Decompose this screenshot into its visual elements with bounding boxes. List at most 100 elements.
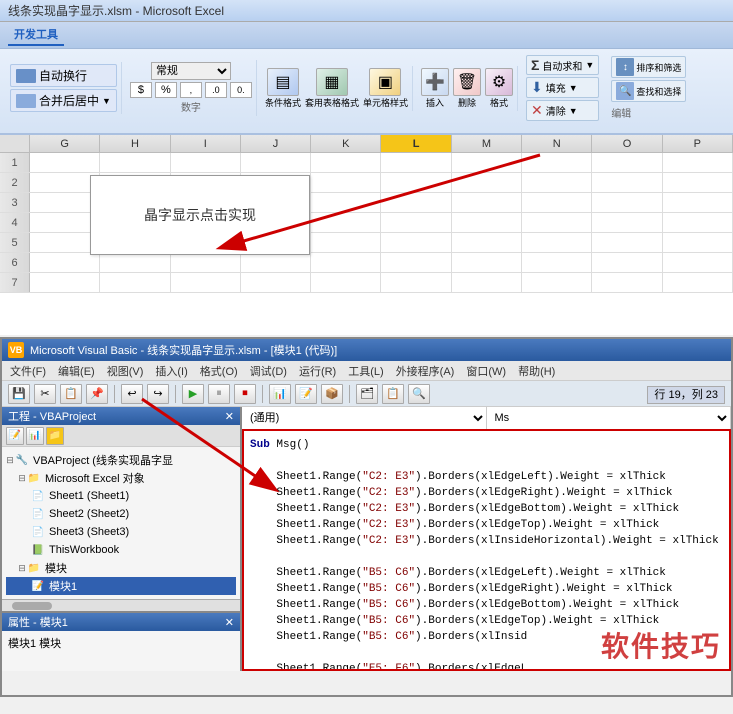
format-label: 格式 [490, 96, 508, 109]
scroll-thumb [12, 602, 52, 610]
col-header-H[interactable]: H [100, 135, 170, 152]
sort-btn[interactable]: ↕ 排序和筛选 [611, 56, 686, 78]
vba-pause-btn[interactable]: ⏸ [208, 384, 230, 404]
tree-label-thisworkbook: ThisWorkbook [49, 544, 119, 556]
vba-menu-insert[interactable]: 插入(I) [155, 363, 187, 379]
toggle-folder-btn[interactable]: 📁 [46, 427, 64, 445]
col-header-G[interactable]: G [30, 135, 100, 152]
view-code-btn[interactable]: 📝 [6, 427, 24, 445]
find-btn[interactable]: 🔍 查找和选择 [611, 80, 686, 102]
vba-menu-window[interactable]: 窗口(W) [466, 363, 506, 379]
vba-undo-btn[interactable]: ↩ [121, 384, 143, 404]
vba-paste-btn[interactable]: 📌 [86, 384, 108, 404]
props-panel-close-btn[interactable]: ✕ [225, 616, 234, 629]
vba-menu-edit[interactable]: 编辑(E) [58, 363, 95, 379]
tree-item-module1[interactable]: 📝 模块1 [6, 577, 236, 595]
excel-textbox[interactable]: 晶字显示点击实现 [90, 175, 310, 255]
vba-cut-btn[interactable]: ✂ [34, 384, 56, 404]
thisworkbook-icon: 📗 [30, 542, 46, 558]
number-format-dropdown[interactable]: 常规 [151, 62, 231, 80]
vba-userform-btn[interactable]: 📊 [269, 384, 291, 404]
clear-label: 清除 [546, 103, 566, 118]
vba-copy-btn[interactable]: 📋 [60, 384, 82, 404]
merge-icon [16, 94, 36, 108]
tree-item-sheet2[interactable]: 📄 Sheet2 (Sheet2) [6, 505, 236, 523]
vba-menu-tools[interactable]: 工具(L) [348, 363, 383, 379]
vba-toolbar: 💾 ✂ 📋 📌 ↩ ↪ ▶ ⏸ ⏹ 📊 📝 📦 🗂 📋 🔍 行 19，列 23 [2, 381, 731, 407]
vba-title-text: Microsoft Visual Basic - 线条实现晶字显示.xlsm -… [30, 342, 337, 358]
sheet1-icon: 📄 [30, 488, 46, 504]
vba-proc-dropdown[interactable]: Ms [487, 407, 732, 429]
vba-stop-btn[interactable]: ⏹ [234, 384, 256, 404]
row-col-info: 行 19，列 23 [647, 386, 725, 404]
conditional-format-btn[interactable]: ▤ 条件格式 [265, 68, 301, 109]
vba-menu-format[interactable]: 格式(O) [200, 363, 238, 379]
vba-menu-run[interactable]: 运行(R) [299, 363, 336, 379]
vba-project-btn[interactable]: 🗂 [356, 384, 378, 404]
vba-toolbar-sep3 [262, 385, 263, 403]
vba-panel-toolbar: 📝 📊 📁 [2, 425, 240, 447]
percent-btn[interactable]: % [155, 82, 177, 98]
vba-menu-view[interactable]: 视图(V) [107, 363, 144, 379]
tree-label-module1: 模块1 [49, 578, 77, 594]
comma-btn[interactable]: , [180, 82, 202, 98]
col-header-K[interactable]: K [311, 135, 381, 152]
vba-module-btn[interactable]: 📝 [295, 384, 317, 404]
tree-item-sheet3[interactable]: 📄 Sheet3 (Sheet3) [6, 523, 236, 541]
decimal-dec-btn[interactable]: 0. [230, 82, 252, 98]
vba-toolbar-sep2 [175, 385, 176, 403]
col-header-M[interactable]: M [452, 135, 522, 152]
vba-object-btn[interactable]: 🔍 [408, 384, 430, 404]
project-panel-close-btn[interactable]: ✕ [225, 410, 234, 423]
watermark: 软件技巧 [601, 625, 721, 665]
insert-btn[interactable]: ➕ 插入 [421, 68, 449, 109]
vba-project-panel: 工程 - VBAProject ✕ 📝 📊 📁 ⊟ 🔧 VBAProject (… [2, 407, 242, 671]
autosum-btn[interactable]: Σ 自动求和 ▼ [526, 55, 599, 75]
tree-item-vbaproject[interactable]: ⊟ 🔧 VBAProject (线条实现晶字显 [6, 451, 236, 469]
currency-btn[interactable]: $ [130, 82, 152, 98]
auto-wrap-btn[interactable]: 自动换行 [10, 64, 117, 87]
table-format-btn[interactable]: ▦ 套用表格格式 [305, 68, 359, 109]
tree-label-vbaproject: VBAProject (线条实现晶字显 [33, 452, 173, 468]
auto-wrap-label: 自动换行 [39, 67, 87, 84]
col-header-N[interactable]: N [522, 135, 592, 152]
table-format-label: 套用表格格式 [305, 96, 359, 109]
decimal-inc-btn[interactable]: .0 [205, 82, 227, 98]
vba-title-icon: VB [8, 342, 24, 358]
modules-folder-icon: 📁 [26, 560, 42, 576]
vba-props-btn[interactable]: 📋 [382, 384, 404, 404]
fill-btn[interactable]: ⬇ 填充 ▼ [526, 77, 599, 98]
vba-save-btn[interactable]: 💾 [8, 384, 30, 404]
vba-class-btn[interactable]: 📦 [321, 384, 343, 404]
props-title-text: 属性 - 模块1 [8, 614, 68, 630]
vba-menu-debug[interactable]: 调试(D) [250, 363, 287, 379]
vba-menu-bar: 文件(F) 编辑(E) 视图(V) 插入(I) 格式(O) 调试(D) 运行(R… [2, 361, 731, 381]
tree-item-excel-objects[interactable]: ⊟ 📁 Microsoft Excel 对象 [6, 469, 236, 487]
col-header-L[interactable]: L [381, 135, 451, 152]
vba-run-btn[interactable]: ▶ [182, 384, 204, 404]
project-scrollbar[interactable] [2, 599, 240, 611]
col-header-O[interactable]: O [592, 135, 662, 152]
merge-label: 合并后居中 [39, 92, 99, 109]
tree-item-thisworkbook[interactable]: 📗 ThisWorkbook [6, 541, 236, 559]
col-header-I[interactable]: I [171, 135, 241, 152]
vba-redo-btn[interactable]: ↪ [147, 384, 169, 404]
format-btn[interactable]: ⚙ 格式 [485, 68, 513, 109]
col-header-J[interactable]: J [241, 135, 311, 152]
vba-menu-help[interactable]: 帮助(H) [518, 363, 555, 379]
delete-btn[interactable]: 🗑 删除 [453, 68, 481, 109]
cell-style-btn[interactable]: ▣ 单元格样式 [363, 68, 408, 109]
view-object-btn[interactable]: 📊 [26, 427, 44, 445]
merge-center-btn[interactable]: 合并后居中 ▼ [10, 89, 117, 112]
ribbon-tab-devtools[interactable]: 开发工具 [8, 24, 64, 46]
tree-item-modules[interactable]: ⊟ 📁 模块 [6, 559, 236, 577]
col-header-P[interactable]: P [663, 135, 733, 152]
vba-object-dropdown[interactable]: (通用) [242, 407, 487, 429]
tree-item-sheet1[interactable]: 📄 Sheet1 (Sheet1) [6, 487, 236, 505]
ribbon-tabs: 开发工具 [0, 22, 733, 49]
vba-code-header: (通用) Ms [242, 407, 731, 429]
clear-btn[interactable]: ✕ 清除 ▼ [526, 100, 599, 121]
vba-menu-file[interactable]: 文件(F) [10, 363, 46, 379]
vba-menu-addins[interactable]: 外接程序(A) [396, 363, 455, 379]
tree-label-sheet1: Sheet1 (Sheet1) [49, 490, 129, 502]
